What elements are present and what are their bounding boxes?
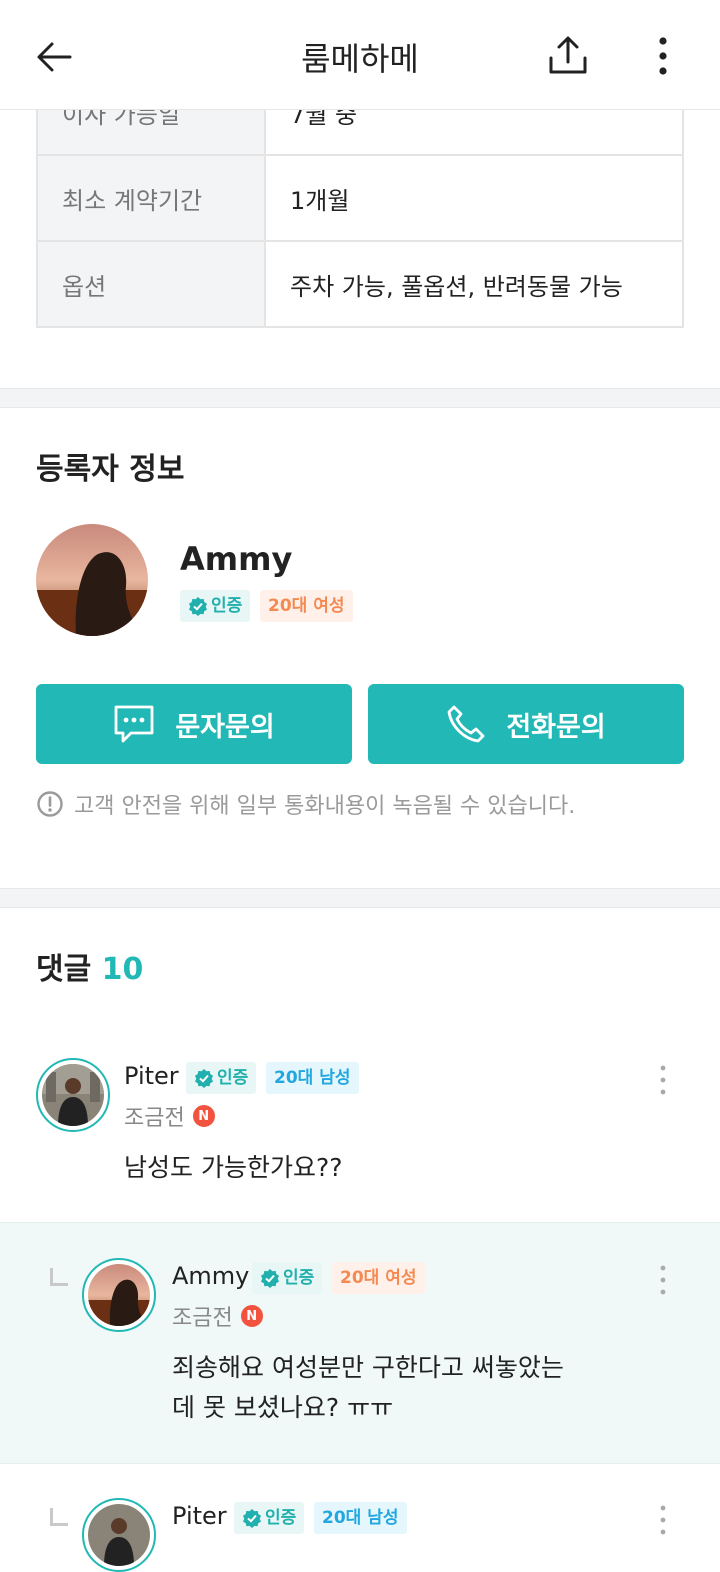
verified-label: 인증 — [283, 1268, 315, 1288]
avatar[interactable] — [36, 1058, 110, 1132]
text-inquiry-button[interactable]: 문자문의 — [36, 684, 352, 764]
commenter-name: Piter — [124, 1062, 179, 1090]
comment-text: 남성도 가능한가요?? — [124, 1153, 343, 1182]
new-badge: N — [240, 1305, 263, 1327]
info-row: 옵션 주차 가능, 풀옵션, 반려동물 가능 — [36, 240, 684, 328]
verified-check-icon — [195, 1069, 213, 1088]
call-inquiry-label: 전화문의 — [506, 711, 606, 743]
comments-count: 10 — [101, 952, 144, 987]
comment-text: 죄송해요 여성분만 구한다고 써놓았는 데 못 보셨나요? ㅠㅠ — [172, 1348, 564, 1428]
info-row: 최소 계약기간 1개월 — [36, 154, 684, 242]
phone-icon — [447, 705, 485, 743]
commenter-name: Piter — [172, 1502, 227, 1530]
verified-label: 인증 — [217, 1068, 249, 1088]
comment-time-text: 조금전 — [124, 1106, 185, 1131]
verified-badge: 인증 — [234, 1502, 305, 1534]
text-inquiry-label: 문자문의 — [175, 711, 275, 743]
section-divider — [0, 888, 720, 908]
commenter-name: Ammy — [172, 1262, 250, 1290]
info-key: 최소 계약기간 — [36, 154, 266, 242]
verified-check-icon — [261, 1269, 279, 1288]
comment-time-text: 조금전 — [172, 1306, 233, 1331]
commenter-photo — [88, 1504, 150, 1566]
comment-text-line: 데 못 보셨나요? ㅠㅠ — [172, 1393, 394, 1422]
avatar[interactable] — [82, 1258, 156, 1332]
reply-indicator-icon — [50, 1268, 68, 1286]
info-circle-icon — [37, 791, 63, 817]
verified-badge: 인증 — [180, 590, 251, 622]
section-divider — [0, 388, 720, 408]
registrant-name: Ammy — [180, 540, 293, 578]
app-header: 룸메하메 — [0, 0, 720, 110]
verified-label: 인증 — [211, 596, 243, 616]
registrant-section-title: 등록자 정보 — [36, 452, 185, 487]
comments-title: 댓글 10 — [36, 944, 143, 988]
comment-more-icon[interactable] — [658, 1504, 668, 1536]
comment-text-line: 죄송해요 여성분만 구한다고 써놓았는 — [172, 1353, 564, 1382]
avatar[interactable] — [82, 1498, 156, 1572]
demographic-badge: 20대 여성 — [260, 590, 353, 622]
recording-notice-text: 고객 안전을 위해 일부 통화내용이 녹음될 수 있습니다. — [74, 794, 576, 819]
verified-check-icon — [243, 1509, 261, 1528]
verified-badge: 인증 — [186, 1062, 257, 1094]
recording-notice: 고객 안전을 위해 일부 통화내용이 녹음될 수 있습니다. — [36, 788, 575, 820]
more-vertical-icon[interactable] — [648, 34, 678, 78]
comments-title-label: 댓글 — [36, 952, 92, 987]
commenter-photo — [88, 1264, 150, 1326]
registrant-photo — [36, 524, 148, 636]
comment-time: 조금전 N — [172, 1300, 263, 1332]
comment-more-icon[interactable] — [658, 1264, 668, 1296]
new-badge: N — [192, 1105, 215, 1127]
avatar[interactable] — [36, 524, 148, 636]
commenter-photo — [42, 1064, 104, 1126]
verified-badge: 인증 — [252, 1262, 323, 1294]
page-title: 룸메하메 — [301, 40, 419, 78]
demographic-badge: 20대 남성 — [266, 1062, 359, 1094]
demographic-badge: 20대 여성 — [332, 1262, 425, 1294]
comment-more-icon[interactable] — [658, 1064, 668, 1096]
verified-check-icon — [189, 597, 207, 616]
info-value: 1개월 — [264, 154, 684, 242]
message-icon — [114, 705, 154, 743]
reply-indicator-icon — [50, 1508, 68, 1526]
verified-label: 인증 — [265, 1508, 297, 1528]
comment-time: 조금전 N — [124, 1100, 215, 1132]
info-key: 옵션 — [36, 240, 266, 328]
info-value: 주차 가능, 풀옵션, 반려동물 가능 — [264, 240, 684, 328]
call-inquiry-button[interactable]: 전화문의 — [368, 684, 684, 764]
demographic-badge: 20대 남성 — [314, 1502, 407, 1534]
share-icon[interactable] — [546, 34, 590, 78]
